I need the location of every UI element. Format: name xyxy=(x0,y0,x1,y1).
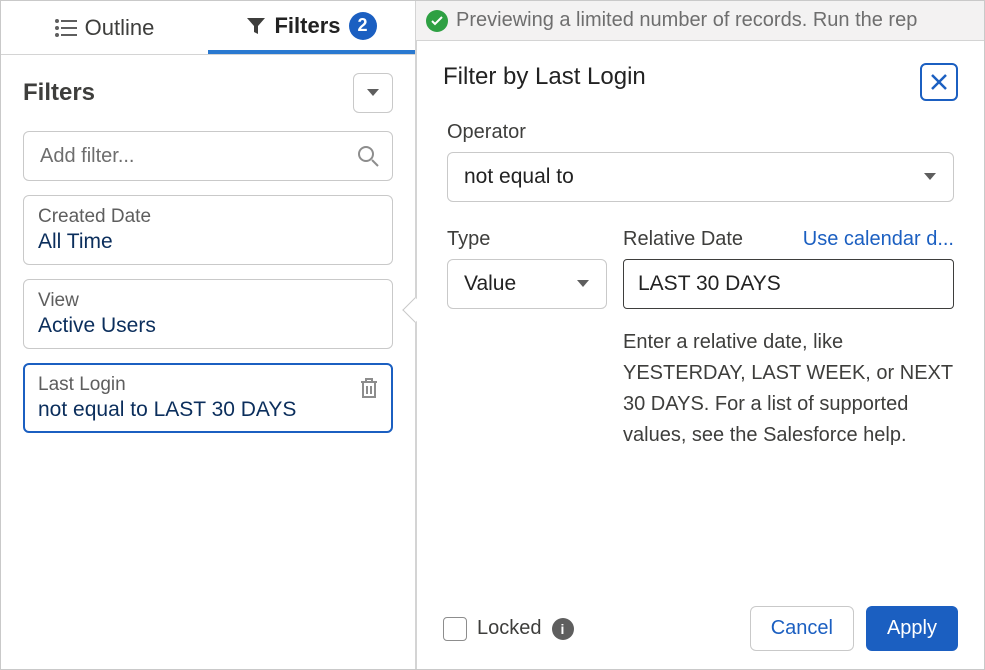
filter-card-label: Last Login xyxy=(38,374,378,396)
filter-card-created-date[interactable]: Created Date All Time xyxy=(23,195,393,265)
preview-bar: Previewing a limited number of records. … xyxy=(416,1,984,41)
help-text: Enter a relative date, like YESTERDAY, L… xyxy=(623,327,954,451)
operator-label: Operator xyxy=(447,121,954,144)
tabs: Outline Filters 2 xyxy=(1,1,415,55)
filter-card-last-login[interactable]: Last Login not equal to LAST 30 DAYS xyxy=(23,363,393,433)
preview-bar-text: Previewing a limited number of records. … xyxy=(456,9,917,32)
filter-icon xyxy=(246,17,266,35)
close-button[interactable] xyxy=(920,63,958,101)
filter-card-label: View xyxy=(38,290,378,312)
type-value: Value xyxy=(464,272,516,296)
add-filter-wrap xyxy=(23,131,393,181)
relative-date-input[interactable] xyxy=(623,259,954,309)
tab-outline-label: Outline xyxy=(85,15,155,41)
operator-select[interactable]: not equal to xyxy=(447,152,954,202)
apply-button[interactable]: Apply xyxy=(866,606,958,651)
locked-label: Locked xyxy=(477,617,542,640)
type-select[interactable]: Value xyxy=(447,259,607,309)
search-icon xyxy=(357,145,379,167)
cancel-button[interactable]: Cancel xyxy=(750,606,854,651)
operator-value: not equal to xyxy=(464,165,574,189)
filter-card-value: not equal to LAST 30 DAYS xyxy=(38,398,378,422)
filters-title: Filters xyxy=(23,79,95,107)
check-circle-icon xyxy=(426,10,448,32)
use-calendar-link[interactable]: Use calendar d... xyxy=(803,228,954,251)
type-label: Type xyxy=(447,228,607,251)
filters-sidebar: Outline Filters 2 Filters xyxy=(1,1,416,669)
relative-date-label: Relative Date xyxy=(623,228,743,251)
info-icon[interactable]: i xyxy=(552,618,574,640)
caret-down-icon xyxy=(576,279,590,289)
main-panel: Previewing a limited number of records. … xyxy=(416,1,984,669)
caret-down-icon xyxy=(366,88,380,98)
tab-filters-label: Filters xyxy=(274,13,340,39)
list-icon xyxy=(55,19,77,37)
caret-down-icon xyxy=(923,172,937,182)
close-icon xyxy=(930,73,948,91)
filter-card-value: All Time xyxy=(38,230,378,254)
tab-outline[interactable]: Outline xyxy=(1,1,208,54)
add-filter-input[interactable] xyxy=(23,131,393,181)
filter-card-value: Active Users xyxy=(38,314,378,338)
filter-card-label: Created Date xyxy=(38,206,378,228)
locked-checkbox[interactable] xyxy=(443,617,467,641)
filters-menu-button[interactable] xyxy=(353,73,393,113)
tab-filters[interactable]: Filters 2 xyxy=(208,1,415,54)
panel-title: Filter by Last Login xyxy=(443,63,646,91)
filter-card-view[interactable]: View Active Users xyxy=(23,279,393,349)
trash-icon[interactable] xyxy=(359,377,379,399)
filters-count-badge: 2 xyxy=(349,12,377,40)
